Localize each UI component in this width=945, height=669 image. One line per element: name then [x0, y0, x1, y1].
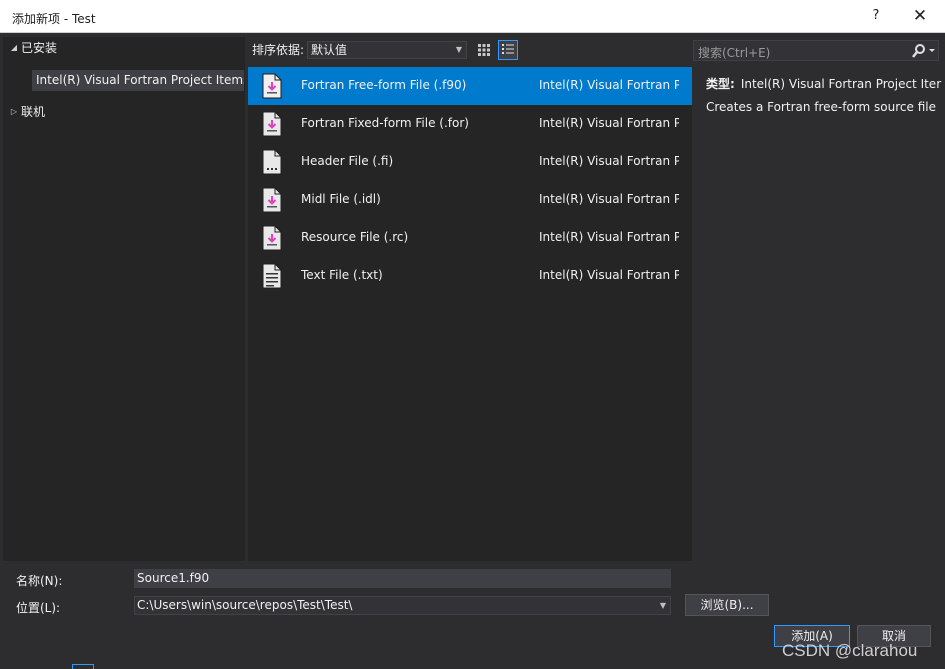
location-label: 位置(L): — [16, 601, 61, 615]
sort-dropdown[interactable]: 默认值 ▼ — [307, 41, 467, 59]
name-field[interactable]: Source1.f90 — [134, 569, 671, 588]
item-category: Intel(R) Visual Fortran Pr — [539, 154, 679, 168]
help-button[interactable]: ? — [866, 8, 886, 23]
type-value: Intel(R) Visual Fortran Project Iter — [740, 77, 942, 91]
item-description: Creates a Fortran free-form source file — [706, 100, 936, 114]
header-file-icon — [262, 149, 282, 175]
partial-frame-edge — [72, 664, 94, 669]
details-pane: 类型: Intel(R) Visual Fortran Project Iter … — [696, 67, 942, 561]
window-title: 添加新项 - Test — [12, 12, 96, 26]
list-view-icon — [502, 44, 514, 54]
tree-node-online[interactable]: ▷ 联机 — [7, 102, 45, 122]
grid-view-icon — [478, 44, 490, 56]
close-button[interactable]: ✕ — [905, 3, 935, 30]
location-combobox[interactable]: C:\Users\win\source\repos\Test\Test\ ▼ — [134, 596, 671, 615]
tree-node-installed-label: 已安装 — [21, 41, 58, 55]
tree-node-fortran-items[interactable]: Intel(R) Visual Fortran Project Items — [32, 70, 244, 91]
list-item[interactable]: Fortran Fixed-form File (.for) Intel(R) … — [248, 105, 692, 143]
template-list: Fortran Free-form File (.f90) Intel(R) V… — [248, 67, 692, 561]
watermark: CSDN @clarahou — [782, 641, 918, 660]
expand-right-icon[interactable]: ▷ — [7, 102, 21, 122]
item-type: 类型: Intel(R) Visual Fortran Project Iter — [706, 75, 941, 92]
sort-label: 排序依据: — [252, 43, 305, 57]
item-category: Intel(R) Visual Fortran Pr — [539, 116, 679, 130]
grid-view-button[interactable] — [474, 40, 494, 60]
tree-node-online-label: 联机 — [21, 105, 46, 119]
list-item[interactable]: Midl File (.idl) Intel(R) Visual Fortran… — [248, 181, 692, 219]
list-item[interactable]: Resource File (.rc) Intel(R) Visual Fort… — [248, 219, 692, 257]
template-tree: ◢ 已安装 Intel(R) Visual Fortran Project Ite… — [3, 37, 245, 561]
item-name: Resource File (.rc) — [301, 230, 409, 244]
text-file-icon — [262, 263, 282, 289]
search-placeholder: 搜索(Ctrl+E) — [698, 46, 771, 60]
name-label: 名称(N): — [16, 574, 63, 588]
fortran-file-icon — [262, 73, 282, 99]
type-label: 类型: — [706, 77, 735, 91]
search-icon[interactable] — [910, 43, 936, 59]
item-name: Fortran Fixed-form File (.for) — [301, 116, 469, 130]
title-bar: 添加新项 - Test ? ✕ — [0, 0, 945, 33]
chevron-down-icon: ▼ — [455, 45, 462, 54]
list-item[interactable]: Header File (.fi) Intel(R) Visual Fortra… — [248, 143, 692, 181]
item-category: Intel(R) Visual Fortran Pr — [539, 192, 679, 206]
fortran-file-icon — [262, 111, 282, 137]
sort-dropdown-value: 默认值 — [311, 43, 348, 57]
tree-node-installed[interactable]: ◢ 已安装 — [7, 38, 57, 58]
item-category: Intel(R) Visual Fortran Pr — [539, 230, 679, 244]
item-name: Text File (.txt) — [301, 268, 383, 282]
location-value: C:\Users\win\source\repos\Test\Test\ — [137, 598, 353, 612]
expand-down-icon[interactable]: ◢ — [7, 38, 21, 58]
item-category: Intel(R) Visual Fortran Pr — [539, 268, 679, 282]
chevron-down-icon[interactable]: ▼ — [660, 597, 666, 614]
midl-file-icon — [262, 187, 282, 213]
browse-button[interactable]: 浏览(B)... — [685, 594, 769, 616]
item-name: Header File (.fi) — [301, 154, 394, 168]
list-item[interactable]: Fortran Free-form File (.f90) Intel(R) V… — [248, 67, 692, 105]
item-name: Midl File (.idl) — [301, 192, 381, 206]
resource-file-icon — [262, 225, 282, 251]
list-view-button[interactable] — [498, 40, 518, 60]
list-item[interactable]: Text File (.txt) Intel(R) Visual Fortran… — [248, 257, 692, 295]
item-category: Intel(R) Visual Fortran Pr — [539, 78, 679, 92]
item-name: Fortran Free-form File (.f90) — [301, 78, 467, 92]
search-input[interactable]: 搜索(Ctrl+E) — [693, 40, 939, 61]
